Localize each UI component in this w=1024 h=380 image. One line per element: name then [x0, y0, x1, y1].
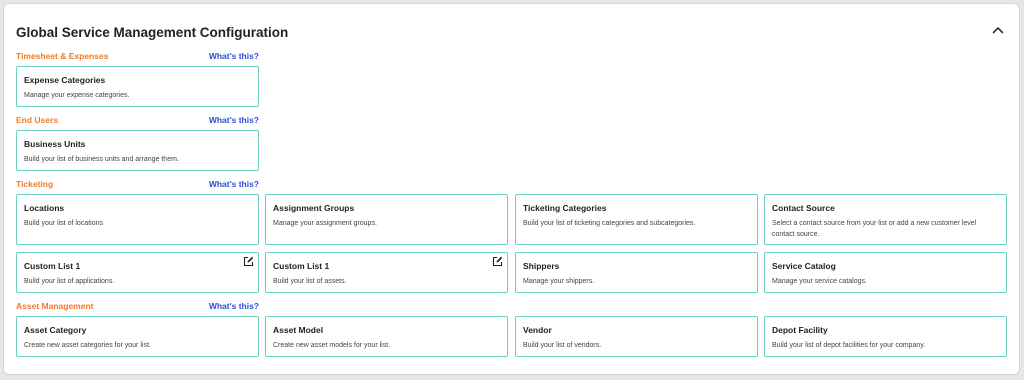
- card-description: Manage your service catalogs.: [772, 278, 867, 285]
- card-custom-list-applications[interactable]: Custom List 1 Build your list of applica…: [16, 252, 259, 293]
- card-locations[interactable]: Locations Build your list of locations: [16, 194, 259, 245]
- card-custom-list-assets[interactable]: Custom List 1 Build your list of assets.: [265, 252, 508, 293]
- card-contact-source[interactable]: Contact Source Select a contact source f…: [764, 194, 1007, 245]
- section-title: Asset Management: [16, 301, 94, 311]
- card-title: Custom List 1: [24, 261, 81, 271]
- section-header-end-users: End Users What's this?: [16, 115, 259, 127]
- card-description: Create new asset models for your list.: [273, 342, 391, 349]
- global-service-management-panel: Global Service Management Configuration …: [3, 3, 1020, 375]
- card-service-catalog[interactable]: Service Catalog Manage your service cata…: [764, 252, 1007, 293]
- card-title: Custom List 1: [273, 261, 330, 271]
- card-title: Asset Model: [273, 325, 324, 335]
- card-title: Business Units: [24, 139, 86, 149]
- section-header-timesheet-expenses: Timesheet & Expenses What's this?: [16, 51, 259, 63]
- card-description: Create new asset categories for your lis…: [24, 342, 151, 349]
- card-description: Build your list of ticketing categories …: [523, 220, 696, 227]
- card-title: Shippers: [523, 261, 560, 271]
- chevron-up-icon[interactable]: [991, 23, 1005, 37]
- edit-icon[interactable]: [243, 256, 254, 267]
- card-description: Build your list of business units and ar…: [24, 156, 179, 163]
- section-title: Timesheet & Expenses: [16, 51, 109, 61]
- card-title: Ticketing Categories: [523, 203, 607, 213]
- section-header-ticketing: Ticketing What's this?: [16, 179, 259, 191]
- card-description: Build your list of vendors.: [523, 342, 602, 349]
- edit-icon[interactable]: [492, 256, 503, 267]
- card-description: Select a contact source from your list o…: [772, 220, 977, 238]
- card-title: Service Catalog: [772, 261, 836, 271]
- card-title: Assignment Groups: [273, 203, 355, 213]
- card-business-units[interactable]: Business Units Build your list of busine…: [16, 130, 259, 171]
- card-shippers[interactable]: Shippers Manage your shippers.: [515, 252, 758, 293]
- card-description: Build your list of locations: [24, 220, 103, 227]
- card-title: Expense Categories: [24, 75, 106, 85]
- card-vendor[interactable]: Vendor Build your list of vendors.: [515, 316, 758, 357]
- card-description: Build your list of depot facilities for …: [772, 342, 926, 349]
- section-title: End Users: [16, 115, 59, 125]
- whats-this-link[interactable]: What's this?: [209, 115, 259, 125]
- card-title: Locations: [24, 203, 65, 213]
- whats-this-link[interactable]: What's this?: [209, 179, 259, 189]
- card-title: Depot Facility: [772, 325, 828, 335]
- card-description: Manage your assignment groups.: [273, 220, 377, 227]
- card-ticketing-categories[interactable]: Ticketing Categories Build your list of …: [515, 194, 758, 245]
- card-title: Contact Source: [772, 203, 835, 213]
- section-title: Ticketing: [16, 179, 54, 189]
- card-expense-categories[interactable]: Expense Categories Manage your expense c…: [16, 66, 259, 107]
- card-assignment-groups[interactable]: Assignment Groups Manage your assignment…: [265, 194, 508, 245]
- panel-title: Global Service Management Configuration: [16, 25, 289, 40]
- whats-this-link[interactable]: What's this?: [209, 301, 259, 311]
- card-asset-category[interactable]: Asset Category Create new asset categori…: [16, 316, 259, 357]
- section-header-asset-management: Asset Management What's this?: [16, 301, 259, 313]
- whats-this-link[interactable]: What's this?: [209, 51, 259, 61]
- card-description: Manage your shippers.: [523, 278, 595, 285]
- card-description: Manage your expense categories.: [24, 92, 130, 99]
- card-asset-model[interactable]: Asset Model Create new asset models for …: [265, 316, 508, 357]
- card-description: Build your list of assets.: [273, 278, 347, 285]
- card-title: Asset Category: [24, 325, 87, 335]
- card-title: Vendor: [523, 325, 552, 335]
- card-description: Build your list of applications.: [24, 278, 115, 285]
- card-depot-facility[interactable]: Depot Facility Build your list of depot …: [764, 316, 1007, 357]
